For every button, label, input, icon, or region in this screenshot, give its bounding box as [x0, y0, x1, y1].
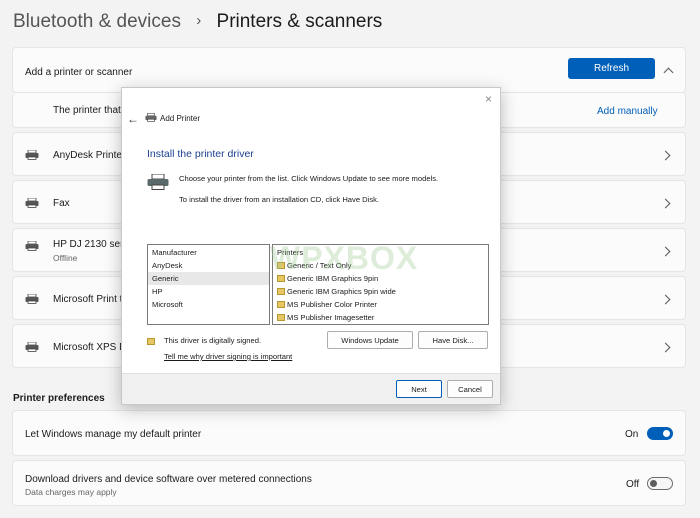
printer-model-label: MS Publisher Imagesetter	[287, 313, 375, 322]
windows-update-button[interactable]: Windows Update	[327, 331, 413, 349]
metered-label: Download drivers and device software ove…	[25, 474, 312, 485]
driver-icon	[277, 288, 285, 295]
chevron-up-icon[interactable]	[663, 67, 674, 78]
metered-state: Off	[626, 479, 640, 490]
refresh-button[interactable]: Refresh	[568, 58, 655, 79]
printer-large-icon	[147, 174, 169, 190]
printer-model-list[interactable]: Printers Generic / Text Only Generic IBM…	[272, 244, 489, 325]
chevron-right-icon	[660, 246, 671, 257]
default-printer-row: Let Windows manage my default printer On	[12, 410, 686, 456]
dialog-instruction-2: To install the driver from an installati…	[179, 195, 380, 204]
metered-row: Download drivers and device software ove…	[12, 460, 686, 506]
add-printer-label: Add a printer or scanner	[25, 67, 133, 78]
printer-icon	[25, 150, 39, 160]
printer-not-listed-label: The printer that I	[53, 105, 127, 116]
manufacturer-item-selected[interactable]: Generic	[148, 272, 269, 285]
driver-signing-link[interactable]: Tell me why driver signing is important	[164, 352, 292, 361]
manufacturer-item[interactable]: Microsoft	[148, 298, 269, 311]
printer-model-item[interactable]: Generic IBM Graphics 9pin wide	[273, 285, 488, 298]
fax-icon	[25, 198, 39, 208]
dialog-footer: Next Cancel	[122, 373, 500, 404]
printer-model-label: Generic IBM Graphics 9pin	[287, 274, 379, 283]
printer-status: Offline	[53, 253, 78, 263]
driver-icon	[277, 275, 285, 282]
manufacturer-list[interactable]: Manufacturer AnyDesk Generic HP Microsof…	[147, 244, 270, 325]
printer-model-item[interactable]: Generic / Text Only	[273, 259, 488, 272]
dialog-title: Add Printer	[160, 114, 201, 123]
metered-toggle[interactable]	[647, 477, 673, 490]
add-manually-link[interactable]: Add manually	[597, 106, 658, 117]
printer-model-item[interactable]: Generic IBM Graphics 9pin	[273, 272, 488, 285]
cancel-button[interactable]: Cancel	[447, 380, 493, 398]
manufacturer-header: Manufacturer	[152, 248, 197, 257]
page-title: Printers & scanners	[216, 11, 383, 32]
signed-driver-text: This driver is digitally signed.	[164, 336, 262, 345]
dialog-heading: Install the printer driver	[147, 148, 254, 160]
printer-model-label: Generic / Text Only	[287, 261, 352, 270]
chevron-right-icon	[660, 150, 671, 161]
back-arrow-icon[interactable]: ←	[127, 112, 139, 126]
have-disk-button[interactable]: Have Disk...	[418, 331, 488, 349]
printer-icon	[25, 241, 39, 251]
section-title: Printer preferences	[13, 393, 105, 404]
next-button[interactable]: Next	[396, 380, 442, 398]
chevron-right-icon	[660, 342, 671, 353]
driver-icon	[277, 314, 285, 321]
printers-header: Printers	[277, 248, 304, 257]
metered-sub: Data charges may apply	[25, 487, 117, 497]
default-printer-toggle[interactable]	[647, 427, 673, 440]
driver-icon	[277, 262, 285, 269]
manufacturer-item[interactable]: AnyDesk	[148, 259, 269, 272]
manufacturer-item[interactable]: HP	[148, 285, 269, 298]
printer-icon	[25, 294, 39, 304]
printer-name: Fax	[53, 198, 70, 209]
breadcrumb: Bluetooth & devices › Printers & scanner…	[13, 11, 382, 33]
breadcrumb-parent[interactable]: Bluetooth & devices	[13, 11, 181, 32]
signed-driver-icon	[147, 338, 155, 345]
printer-model-label: Generic IBM Graphics 9pin wide	[287, 287, 396, 296]
printer-icon	[25, 342, 39, 352]
chevron-right-icon	[660, 198, 671, 209]
printer-name: Microsoft Print to	[53, 294, 129, 305]
printer-icon	[145, 113, 157, 122]
breadcrumb-separator: ›	[196, 12, 202, 29]
printer-name: HP DJ 2130 serie	[53, 239, 132, 250]
printer-model-item[interactable]: MS Publisher Color Printer	[273, 298, 488, 311]
printer-model-item[interactable]: MS Publisher Imagesetter	[273, 311, 488, 324]
driver-icon	[277, 301, 285, 308]
default-printer-label: Let Windows manage my default printer	[25, 429, 202, 440]
printer-name: AnyDesk Printer	[53, 150, 126, 161]
chevron-right-icon	[660, 294, 671, 305]
default-printer-state: On	[625, 429, 639, 440]
add-printer-dialog: × ← Add Printer Install the printer driv…	[121, 87, 501, 405]
dialog-instruction-1: Choose your printer from the list. Click…	[179, 174, 439, 183]
printer-model-label: MS Publisher Color Printer	[287, 300, 377, 309]
close-icon[interactable]: ×	[485, 92, 492, 106]
